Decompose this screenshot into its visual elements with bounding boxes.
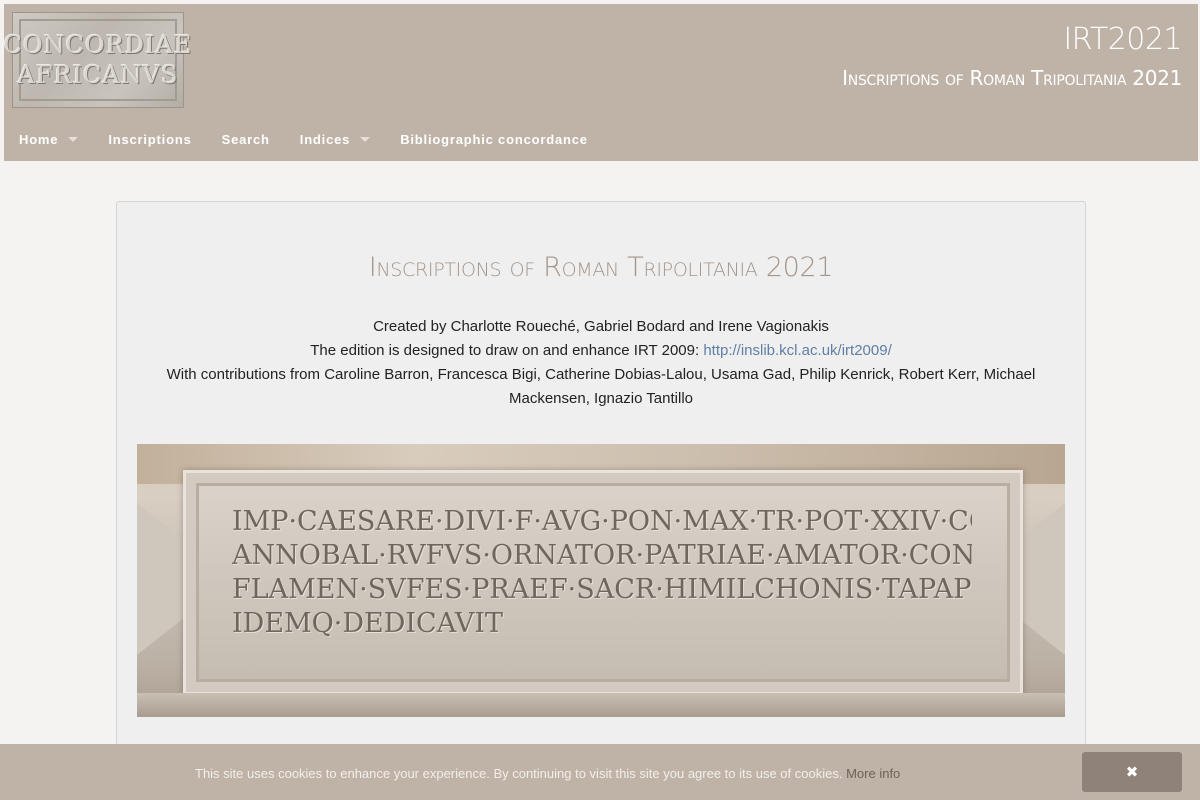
nav-bibliographic-concordance-label: Bibliographic concordance	[400, 131, 588, 147]
inscription-banner-image: IMP·CAESARE·DIVI·F·AVG·PON·MAX·TR·POT·XX…	[137, 444, 1065, 717]
credits-edition: The edition is designed to draw on and e…	[157, 339, 1045, 363]
cookie-text: This site uses cookies to enhance your e…	[195, 766, 843, 781]
banner-inscription-line-4: IDEMQ·DEDICAVIT	[232, 608, 504, 639]
site-header: CONCORDIAE AFRICANVS IRT2021 Inscription…	[4, 4, 1198, 161]
nav-bibliographic-concordance[interactable]: Bibliographic concordance	[385, 124, 603, 154]
cookie-more-info-link[interactable]: More info	[846, 766, 900, 781]
chevron-down-icon	[360, 136, 371, 142]
logo-text-line-1: CONCORDIAE	[3, 31, 193, 59]
site-title[interactable]: IRT2021	[1063, 22, 1182, 57]
close-icon: ✖	[1125, 764, 1139, 781]
page-title: Inscriptions of Roman Tripolitania 2021	[368, 252, 834, 283]
credits-creators: Created by Charlotte Roueché, Gabriel Bo…	[373, 318, 829, 335]
banner-inscription-line-1: IMP·CAESARE·DIVI·F·AVG·PON·MAX·TR·POT·XX…	[232, 506, 972, 537]
banner-inscription-line-3: FLAMEN·SVFES·PRAEF·SACR·HIMILCHONIS·TAPA…	[232, 574, 972, 605]
irt2009-link[interactable]: http://inslib.kcl.ac.uk/irt2009/	[703, 342, 891, 359]
banner-bottom-ledge	[137, 693, 1065, 717]
credits-edition-text: The edition is designed to draw on and e…	[310, 342, 704, 359]
nav-home-label: Home	[19, 131, 59, 147]
nav-inscriptions[interactable]: Inscriptions	[93, 124, 206, 154]
main-nav: Home Inscriptions Search Indices Bibliog…	[4, 124, 603, 154]
credits-block: Created by Charlotte Roueché, Gabriel Bo…	[157, 315, 1045, 411]
cookie-banner: This site uses cookies to enhance your e…	[0, 744, 1200, 800]
nav-search[interactable]: Search	[207, 124, 285, 154]
chevron-down-icon	[68, 136, 79, 142]
credits-contributors: With contributions from Caroline Barron,…	[166, 366, 1036, 407]
main-panel: Inscriptions of Roman Tripolitania 2021 …	[116, 201, 1086, 800]
nav-search-label: Search	[221, 131, 270, 147]
nav-inscriptions-label: Inscriptions	[108, 131, 192, 147]
cookie-message: This site uses cookies to enhance your e…	[195, 766, 900, 781]
banner-inscription-line-2: ANNOBAL·RVFVS·ORNATOR·PATRIAE·AMATOR·CON…	[232, 540, 972, 571]
cookie-close-button[interactable]: ✖	[1082, 752, 1182, 792]
nav-home[interactable]: Home	[4, 124, 93, 154]
site-subtitle: Inscriptions of Roman Tripolitania 2021	[842, 66, 1182, 90]
site-logo[interactable]: CONCORDIAE AFRICANVS	[4, 12, 191, 108]
nav-indices[interactable]: Indices	[285, 124, 385, 154]
logo-text-line-2: AFRICANVS	[17, 61, 179, 89]
nav-indices-label: Indices	[299, 131, 351, 147]
